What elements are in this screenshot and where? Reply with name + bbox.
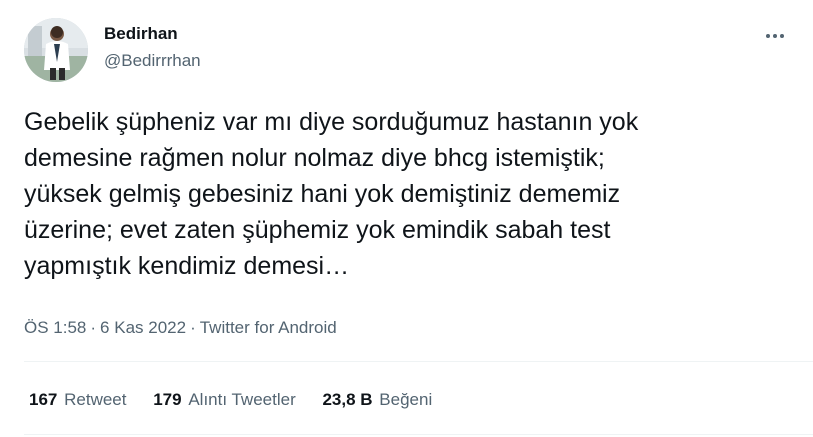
- tweet-text-line: demesine rağmen nolur nolmaz diye bhcg i…: [24, 144, 605, 172]
- retweets-label: Retweet: [64, 390, 127, 409]
- tweet-date[interactable]: 6 Kas 2022: [100, 318, 186, 337]
- tweet-source[interactable]: Twitter for Android: [200, 318, 337, 337]
- retweets-stat[interactable]: 167 Retweet: [29, 390, 126, 410]
- tweet: Bedirhan @Bedirrrhan Gebelik şüpheniz va…: [0, 0, 813, 437]
- divider: [24, 361, 813, 362]
- more-horizontal-icon: [766, 34, 784, 38]
- tweet-text-line: üzerine; evet zaten şüphemiz yok emindik…: [24, 216, 611, 244]
- tweet-meta: ÖS 1:58 · 6 Kas 2022 · Twitter for Android: [24, 318, 337, 338]
- avatar[interactable]: [24, 18, 88, 82]
- quote-tweets-stat[interactable]: 179 Alıntı Tweetler: [153, 390, 296, 410]
- author-handle[interactable]: @Bedirrrhan: [104, 51, 201, 71]
- quote-tweets-label: Alıntı Tweetler: [188, 390, 296, 409]
- tweet-stats: 167 Retweet 179 Alıntı Tweetler 23,8 B B…: [29, 390, 454, 410]
- author-display-name[interactable]: Bedirhan: [104, 24, 178, 44]
- meta-separator: ·: [90, 318, 97, 337]
- tweet-text-line: yüksek gelmiş gebesiniz hani yok demişti…: [24, 180, 621, 208]
- meta-separator: ·: [190, 318, 196, 337]
- avatar-photo: [24, 18, 88, 82]
- tweet-text: Gebelik şüpheniz var mı diye sorduğumuz …: [24, 104, 804, 284]
- tweet-text-line: yapmıştık kendimiz demesi…: [24, 252, 350, 280]
- likes-count: 23,8 B: [322, 390, 373, 409]
- likes-label: Beğeni: [379, 390, 433, 409]
- tweet-text-line: Gebelik şüpheniz var mı diye sorduğumuz …: [24, 108, 639, 136]
- quote-tweets-count: 179: [153, 390, 182, 409]
- more-options-button[interactable]: [758, 22, 792, 50]
- likes-stat[interactable]: 23,8 B Beğeni: [322, 390, 432, 410]
- divider: [24, 434, 813, 435]
- tweet-time[interactable]: ÖS 1:58: [24, 318, 86, 337]
- retweets-count: 167: [29, 390, 58, 409]
